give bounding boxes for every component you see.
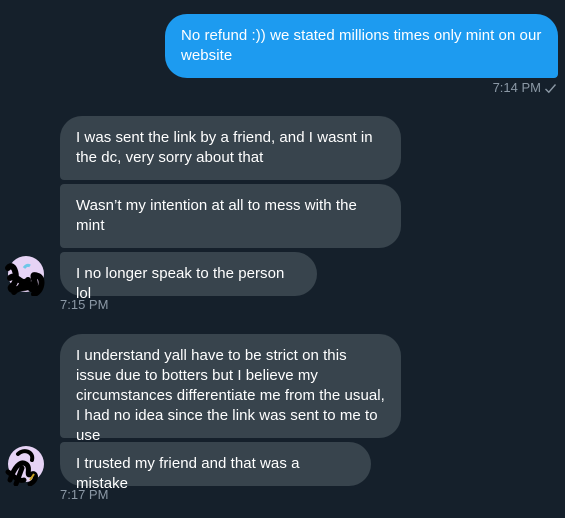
- message-text: No refund :)) we stated millions times o…: [181, 27, 542, 64]
- message-timestamp: 7:14 PM: [492, 80, 541, 95]
- message-timestamp: 7:17 PM: [60, 487, 109, 502]
- received-message-meta: 7:17 PM: [60, 487, 108, 503]
- message-text: I understand yall have to be strict on t…: [76, 347, 385, 444]
- scribbled-avatar-icon[interactable]: [4, 254, 46, 297]
- check-icon: [544, 82, 557, 95]
- received-message-bubble[interactable]: I no longer speak to the person lol: [60, 252, 317, 302]
- sent-message-bubble[interactable]: No refund :)) we stated millions times o…: [165, 14, 558, 78]
- message-text: I was sent the link by a friend, and I w…: [76, 129, 373, 166]
- received-message-bubble[interactable]: I understand yall have to be strict on t…: [60, 334, 401, 444]
- scribbled-avatar-icon[interactable]: [4, 444, 46, 487]
- message-text: Wasn’t my intention at all to mess with …: [76, 197, 357, 234]
- received-message-bubble[interactable]: I was sent the link by a friend, and I w…: [60, 116, 401, 180]
- received-message-bubble[interactable]: I trusted my friend and that was a mista…: [60, 442, 371, 492]
- message-timestamp: 7:15 PM: [60, 297, 109, 312]
- message-text: I trusted my friend and that was a mista…: [76, 455, 300, 492]
- sent-message-meta: 7:14 PM: [493, 80, 557, 96]
- received-message-meta: 7:15 PM: [60, 297, 108, 313]
- dm-conversation: No refund :)) we stated millions times o…: [0, 0, 565, 518]
- received-message-bubble[interactable]: Wasn’t my intention at all to mess with …: [60, 184, 401, 248]
